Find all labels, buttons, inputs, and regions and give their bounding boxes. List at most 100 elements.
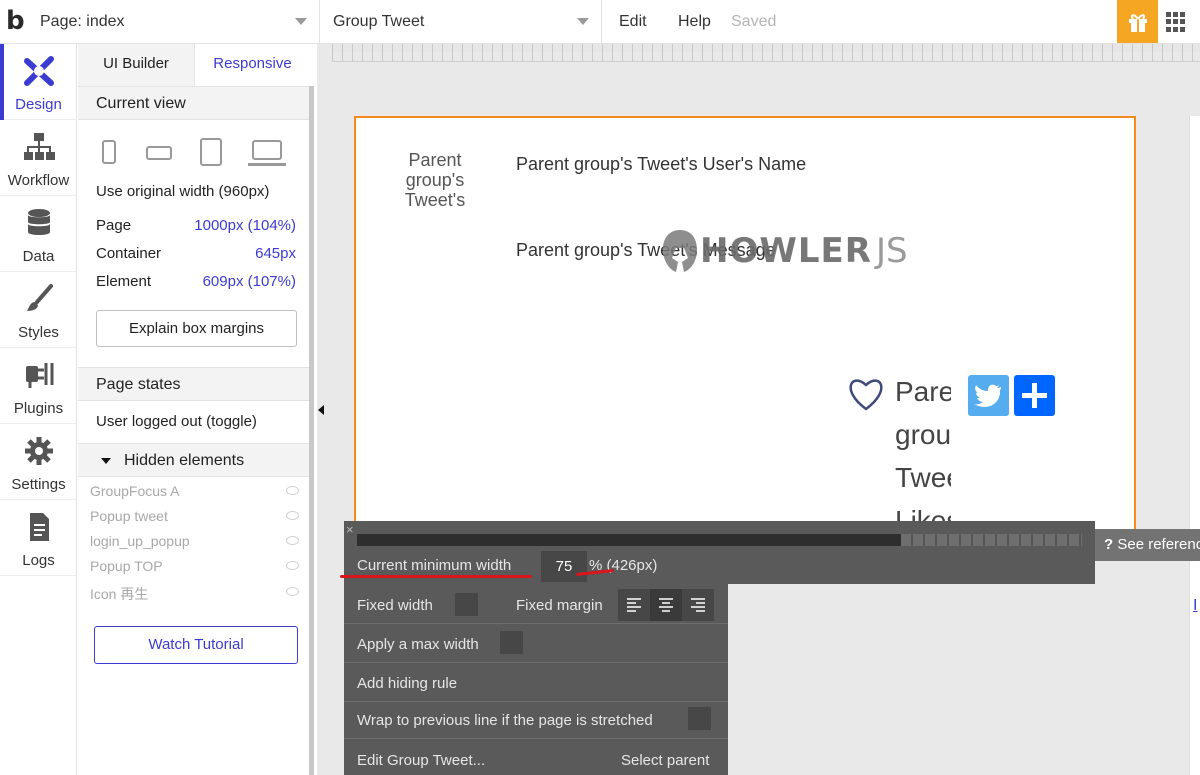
apps-grid-icon[interactable] (1166, 12, 1186, 32)
edit-group-link[interactable]: Edit Group Tweet... (357, 752, 485, 769)
current-view-header: Current view (78, 86, 310, 120)
hidden-item[interactable]: Popup tweet (90, 508, 305, 524)
panel-scrollbar[interactable] (309, 86, 314, 775)
group-tweet-element[interactable] (354, 116, 1136, 546)
align-left-icon (627, 598, 641, 612)
twitter-bird-icon (974, 384, 1001, 408)
min-width-input[interactable]: 75 (541, 551, 587, 582)
hidden-item-label: Popup tweet (90, 508, 168, 524)
nav-plugins[interactable]: Plugins (0, 348, 77, 424)
nav-styles[interactable]: Styles (0, 272, 77, 348)
page-selector[interactable]: Page: index (40, 0, 320, 44)
phone-portrait-icon[interactable] (102, 140, 116, 164)
howler-js-watermark: HOWLER JS (660, 226, 908, 276)
max-width-checkbox[interactable] (500, 631, 523, 654)
nav-plugins-label: Plugins (13, 400, 64, 417)
hidden-elements-label: Hidden elements (124, 452, 245, 469)
min-width-slider-track (900, 534, 1082, 546)
hidden-item-label: login_up_popup (90, 533, 190, 549)
brush-icon (27, 284, 53, 311)
gear-icon (25, 437, 53, 465)
share-plus-button[interactable] (1014, 375, 1055, 416)
align-center-button[interactable] (650, 589, 682, 621)
fixed-width-checkbox[interactable] (455, 593, 478, 616)
element-selector[interactable]: Group Tweet (322, 0, 602, 44)
nav-data-label: Data (22, 248, 55, 265)
twitter-share-button[interactable] (968, 375, 1009, 416)
phone-landscape-icon[interactable] (146, 146, 172, 160)
chevron-down-icon (295, 18, 307, 25)
hidden-item[interactable]: Icon 再生 (90, 584, 305, 604)
chevron-down-icon (577, 18, 589, 25)
nav-settings[interactable]: Settings (0, 424, 77, 500)
page-state-user-logged-out[interactable]: User logged out (toggle) (96, 413, 257, 430)
wolf-logo-icon (662, 230, 697, 272)
eye-icon[interactable] (286, 587, 299, 596)
nav-workflow[interactable]: Workflow (0, 120, 77, 196)
watch-tutorial-button[interactable]: Watch Tutorial (94, 626, 298, 664)
menu-edit[interactable]: Edit (619, 0, 647, 44)
hidden-item-label: Icon 再生 (90, 586, 149, 602)
eye-icon[interactable] (286, 561, 299, 570)
hidden-item[interactable]: GroupFocus A (90, 483, 305, 499)
tweet-avatar-placeholder[interactable]: Parent group's Tweet's (402, 150, 468, 208)
tweet-likes-count[interactable]: Parent group's Tweet's Likes (895, 370, 951, 522)
select-parent-link[interactable]: Select parent (621, 752, 709, 769)
collapse-panel-icon[interactable] (318, 405, 324, 415)
close-icon[interactable]: × (346, 523, 354, 536)
align-right-button[interactable] (682, 589, 714, 621)
nav-logs-label: Logs (22, 552, 55, 569)
annotation-underline (340, 575, 532, 578)
hidden-elements-header[interactable]: Hidden elements (78, 443, 310, 477)
alignment-group (618, 589, 714, 621)
tablet-icon[interactable] (200, 138, 222, 166)
nav-settings-label: Settings (11, 476, 66, 493)
nav-logs[interactable]: Logs (0, 500, 77, 576)
tab-ui-builder[interactable]: UI Builder (78, 44, 195, 86)
plug-icon (26, 363, 54, 388)
howler-wordmark: HOWLER (700, 231, 872, 271)
gift-button[interactable] (1117, 0, 1158, 43)
hidden-item[interactable]: Popup TOP (90, 558, 305, 574)
left-nav: Design Workflow Data Styles Plugins Sett… (0, 44, 77, 775)
hidden-item-label: Popup TOP (90, 558, 163, 574)
fixed-margin-label: Fixed margin (516, 597, 603, 614)
eye-icon[interactable] (286, 511, 299, 520)
document-icon (30, 513, 49, 541)
bubble-logo[interactable]: b (6, 6, 30, 36)
canvas-link[interactable]: I (1193, 597, 1197, 615)
hidden-item-label: GroupFocus A (90, 483, 180, 499)
align-left-button[interactable] (618, 589, 650, 621)
laptop-icon[interactable] (252, 140, 282, 160)
page-states-header: Page states (78, 367, 310, 401)
add-hiding-rule-button[interactable]: Add hiding rule (357, 675, 457, 692)
caret-down-icon (101, 458, 111, 464)
see-reference-button[interactable]: ? See reference (1094, 529, 1200, 561)
horizontal-ruler (332, 44, 1200, 62)
tweet-user-name[interactable]: Parent group's Tweet's User's Name (516, 154, 806, 175)
element-width-value: 609px (107%) (202, 273, 296, 290)
top-bar: b Page: index Group Tweet Edit Help Save… (0, 0, 1200, 44)
page-selector-value: Page: index (40, 13, 125, 30)
hidden-item[interactable]: login_up_popup (90, 533, 305, 549)
heart-icon[interactable] (846, 376, 886, 412)
wrap-checkbox[interactable] (688, 707, 711, 730)
min-width-slider[interactable] (357, 534, 1082, 546)
eye-icon[interactable] (286, 486, 299, 495)
align-right-icon (691, 598, 705, 612)
nav-workflow-label: Workflow (7, 172, 70, 189)
menu-help[interactable]: Help (678, 0, 711, 44)
nav-data[interactable]: Data (0, 196, 77, 272)
nav-design[interactable]: Design (0, 44, 77, 120)
plus-icon (1022, 383, 1047, 408)
workflow-icon (24, 133, 55, 160)
tab-responsive[interactable]: Responsive (195, 44, 310, 86)
laptop-base (248, 163, 286, 166)
use-original-width[interactable]: Use original width (960px) (96, 183, 269, 200)
explain-box-margins-button[interactable]: Explain box margins (96, 310, 297, 347)
nav-styles-label: Styles (18, 324, 59, 341)
eye-icon[interactable] (286, 536, 299, 545)
max-width-label: Apply a max width (357, 636, 479, 653)
save-status: Saved (731, 13, 777, 30)
element-width-label: Element (96, 273, 152, 290)
